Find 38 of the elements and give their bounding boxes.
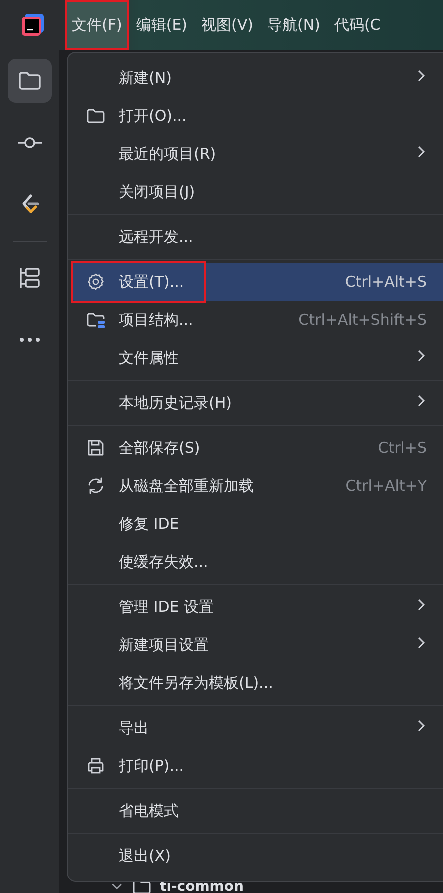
tree-item-label[interactable]: ti-common <box>160 881 244 893</box>
menu-item[interactable]: 退出(X) <box>71 837 443 875</box>
menu-item[interactable]: 打开(O)... <box>71 97 443 135</box>
menu-item[interactable]: 远程开发... <box>71 218 443 256</box>
menu-bar-item[interactable]: 导航(N) <box>260 0 328 50</box>
reload-icon <box>86 476 106 496</box>
menu-item[interactable]: 使缓存失效... <box>71 543 443 581</box>
annotation-box <box>65 0 130 50</box>
menu-bar-item[interactable]: 视图(V) <box>194 0 260 50</box>
save-icon <box>86 438 106 458</box>
menu-item[interactable]: 全部保存(S) Ctrl+S <box>71 429 443 467</box>
shortcut-label: Ctrl+S <box>378 439 427 457</box>
menu-item[interactable]: 关闭项目(J) <box>71 173 443 211</box>
printer-icon <box>86 756 106 776</box>
tool-window-button[interactable] <box>8 59 52 103</box>
menu-item[interactable]: 将文件另存为模板(L)... <box>71 664 443 702</box>
app-logo-icon[interactable] <box>22 14 44 36</box>
menu-bar-item[interactable]: 编辑(E) <box>129 0 195 50</box>
menu-item[interactable]: 本地历史记录(H) <box>71 384 443 422</box>
menu-bar-item[interactable]: 文件(F) <box>65 0 130 50</box>
menu-item[interactable]: 最近的项目(R) <box>71 135 443 173</box>
menu-bar-item[interactable]: 代码(C <box>327 0 388 50</box>
menu-item[interactable]: 新建(N) <box>71 59 443 97</box>
menu-item[interactable]: 导出 <box>71 709 443 747</box>
shortcut-label: Ctrl+Alt+Shift+S <box>298 311 427 329</box>
settings-icon <box>86 272 106 292</box>
menu-item[interactable]: 从磁盘全部重新加载 Ctrl+Alt+Y <box>71 467 443 505</box>
more-icon <box>20 338 40 342</box>
menu-item[interactable]: 项目结构... Ctrl+Alt+Shift+S <box>71 301 443 339</box>
menu-item[interactable]: 省电模式 <box>71 792 443 830</box>
menu-item[interactable]: 文件属性 <box>71 339 443 377</box>
shortcut-label: Ctrl+Alt+S <box>345 273 427 291</box>
menu-item[interactable]: 修复 IDE <box>71 505 443 543</box>
menu-item[interactable]: 打印(P)... <box>71 747 443 785</box>
shortcut-label: Ctrl+Alt+Y <box>346 477 427 495</box>
menu-item[interactable]: 管理 IDE 设置 <box>71 588 443 626</box>
menu-item[interactable]: 新建项目设置 <box>71 626 443 664</box>
menu-item[interactable]: 设置(T)... Ctrl+Alt+S <box>71 263 443 301</box>
